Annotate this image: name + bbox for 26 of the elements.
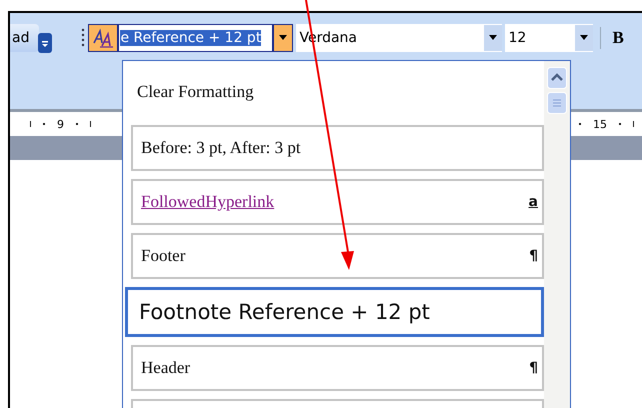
style-list-item[interactable]: Footnote Reference + 12 pt bbox=[125, 287, 544, 337]
style-field[interactable]: e Reference + 12 pt bbox=[118, 24, 274, 52]
style-list-item[interactable]: Header ¶ bbox=[131, 345, 544, 391]
scroll-up-icon[interactable] bbox=[547, 67, 567, 89]
style-mark: ¶ bbox=[529, 360, 538, 376]
scrollbar[interactable] bbox=[544, 61, 570, 408]
ruler-number: 15 bbox=[593, 118, 607, 130]
caret-icon bbox=[489, 35, 498, 40]
styles-button[interactable] bbox=[88, 24, 118, 52]
bold-button[interactable]: B bbox=[608, 28, 628, 48]
grip-icon[interactable] bbox=[81, 26, 86, 48]
styles-icon bbox=[91, 26, 116, 48]
style-list-item[interactable]: FollowedHyperlink a bbox=[131, 179, 544, 225]
scroll-thumb[interactable] bbox=[547, 92, 567, 114]
toolbar-button[interactable]: ad bbox=[10, 24, 40, 52]
ruler-number: 9 bbox=[57, 118, 64, 130]
dropdown-button[interactable] bbox=[273, 24, 294, 52]
style-mark: ¶ bbox=[529, 248, 538, 264]
style-mark: a bbox=[528, 194, 538, 210]
caret-icon bbox=[580, 35, 588, 40]
font-size-field[interactable]: 12 bbox=[505, 24, 594, 52]
toolbar-options-icon[interactable] bbox=[38, 32, 52, 52]
style-list-item[interactable]: Footer ¶ bbox=[131, 233, 544, 279]
style-list-item[interactable]: Clear Formatting bbox=[131, 69, 544, 115]
caret-icon bbox=[279, 35, 288, 40]
style-list-item[interactable]: Before: 3 pt, After: 3 pt bbox=[131, 125, 544, 171]
